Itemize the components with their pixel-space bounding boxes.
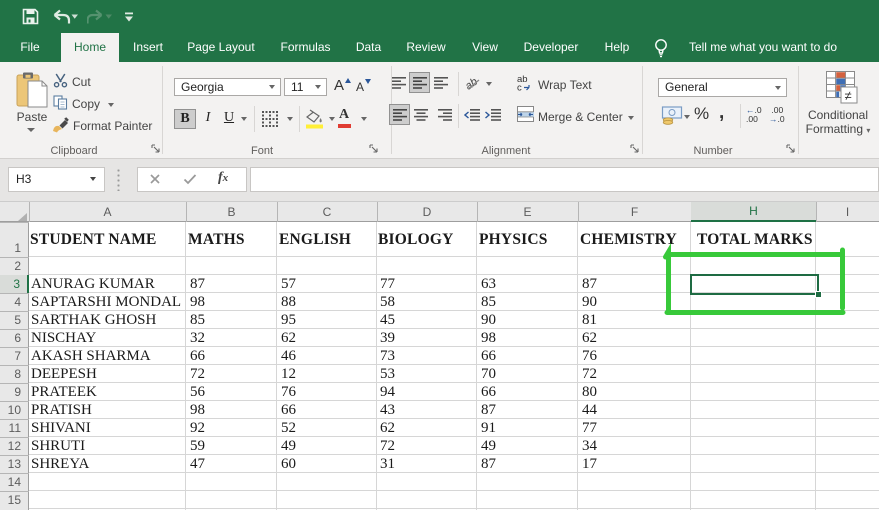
svg-text:≠: ≠ — [845, 88, 852, 103]
svg-text:c: c — [517, 83, 522, 92]
